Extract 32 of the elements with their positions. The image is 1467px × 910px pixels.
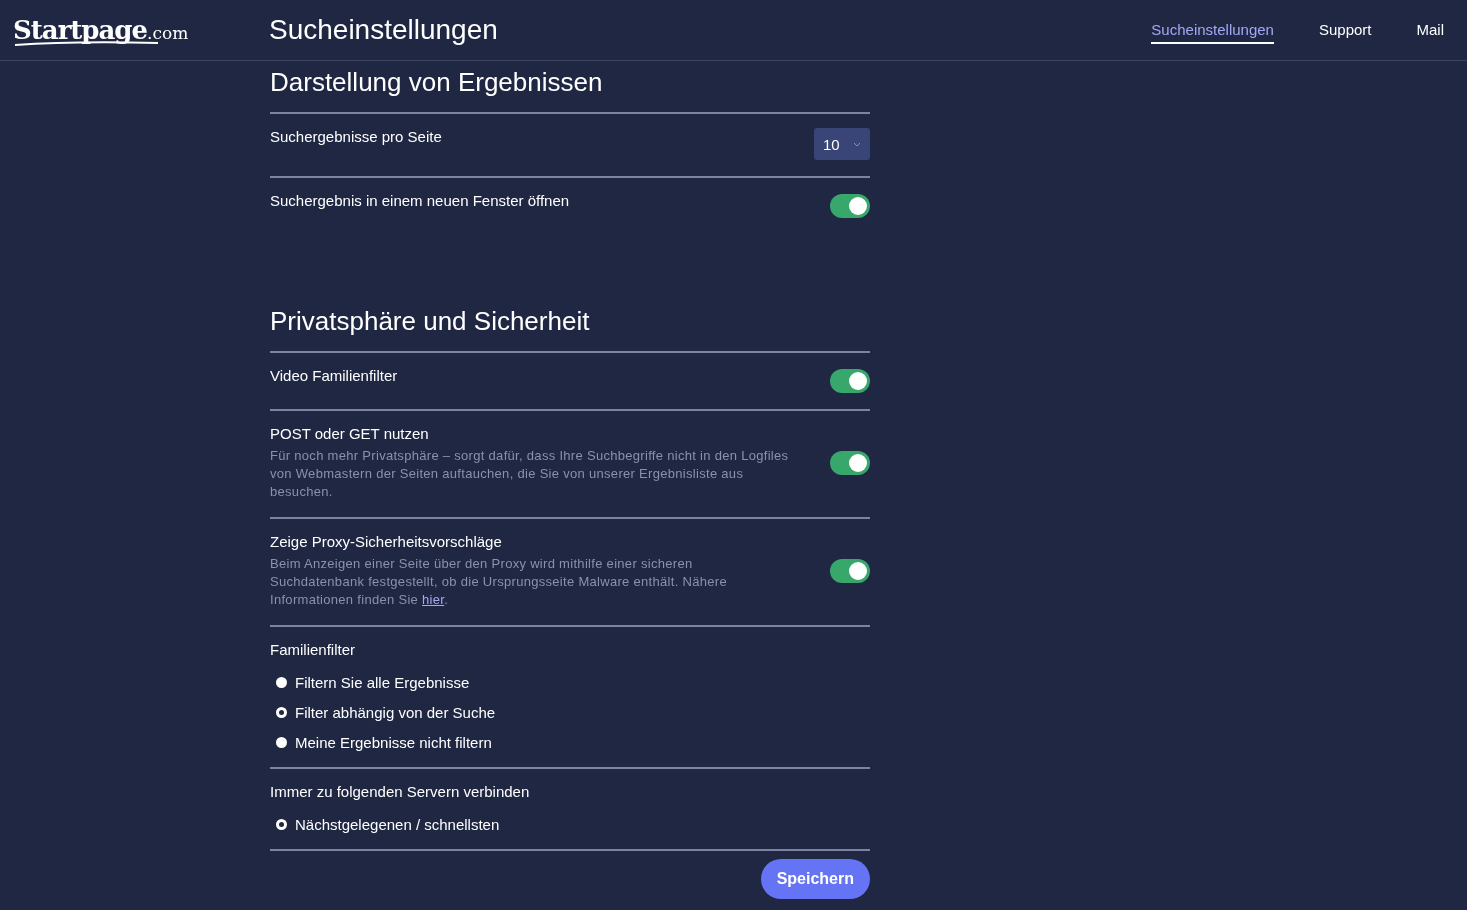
results-dropdown[interactable]: 10 bbox=[814, 128, 870, 160]
caret-icon bbox=[853, 141, 861, 147]
radio-option[interactable]: Filter abhängig von der Suche bbox=[276, 704, 496, 721]
section-title: Privatsphäre und Sicherheit bbox=[270, 306, 591, 337]
setting-description: Für noch mehr Privatsphäre – sorgt dafür, dass Ihre Suchbegriffe nicht in den Logfiles von Webmastern der Seiten auftauchen, die Sie von unserer Ergebnisliste aus besuchen. bbox=[270, 447, 790, 501]
setting-label: Suchergebnis in einem neuen Fenster öffnen bbox=[270, 192, 570, 209]
radio-option[interactable]: Filtern Sie alle Ergebnisse bbox=[276, 674, 496, 691]
toggle-switch[interactable] bbox=[830, 451, 870, 475]
radio-button[interactable] bbox=[276, 737, 287, 748]
nav-link[interactable]: Support bbox=[1318, 16, 1372, 44]
radio-button[interactable] bbox=[276, 819, 287, 830]
setting-description: Beim Anzeigen einer Seite über den Proxy wird mithilfe einer sicheren Suchdatenbank festgestellt, ob die Ursprungsseite Malware enthält. Nähere Informationen finden Sie hier. bbox=[270, 555, 728, 609]
info-link[interactable]: hier bbox=[422, 592, 445, 607]
toggle-switch[interactable] bbox=[830, 369, 870, 393]
radio-button[interactable] bbox=[276, 677, 287, 688]
radio-option[interactable]: Nächstgelegenen / schnellsten bbox=[276, 816, 530, 833]
logo[interactable]: Startpage.com bbox=[13, 14, 269, 46]
section-title: Darstellung von Ergebnissen bbox=[270, 67, 604, 98]
save-button[interactable]: Speichern bbox=[760, 859, 870, 899]
setting-label: Suchergebnisse pro Seite bbox=[270, 128, 442, 145]
setting-label: POST oder GET nutzen bbox=[270, 425, 430, 442]
toggle-switch[interactable] bbox=[830, 194, 870, 218]
setting-label: Zeige Proxy-Sicherheitsvorschläge bbox=[270, 533, 503, 550]
setting-label: Immer zu folgenden Servern verbinden bbox=[270, 783, 530, 800]
radio-button[interactable] bbox=[276, 707, 287, 718]
setting-label: Familienfilter bbox=[270, 641, 356, 658]
radio-option[interactable]: Meine Ergebnisse nicht filtern bbox=[276, 734, 496, 751]
nav-link[interactable]: Mail bbox=[1416, 16, 1444, 44]
page-title: Sucheinstellungen bbox=[269, 14, 499, 46]
setting-label: Video Familienfilter bbox=[270, 367, 398, 384]
nav-link[interactable]: Sucheinstellungen bbox=[1151, 16, 1274, 44]
toggle-switch[interactable] bbox=[830, 559, 870, 583]
